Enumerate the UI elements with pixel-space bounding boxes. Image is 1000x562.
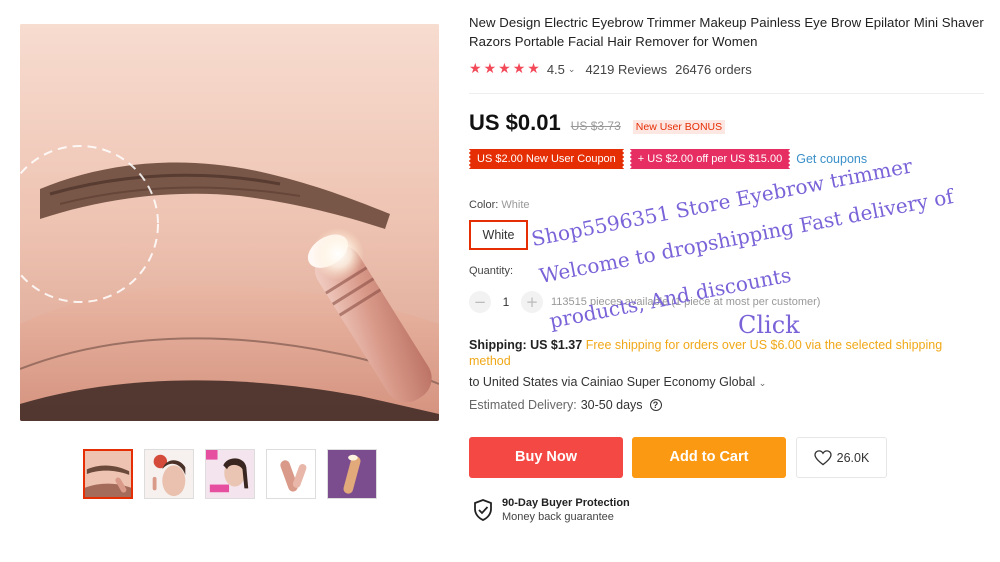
protection-subtitle: Money back guarantee — [502, 511, 614, 523]
original-price: US $3.73 — [570, 119, 621, 133]
thumbnail-4[interactable] — [266, 449, 316, 499]
estimated-delivery: Estimated Delivery: 30-50 days ? — [469, 398, 662, 412]
shipping-cost: Shipping: US $1.37 — [469, 338, 583, 352]
current-price: US $0.01 — [469, 110, 561, 135]
wishlist-button[interactable]: 26.0K — [796, 437, 887, 478]
device-thumbnail-image — [267, 450, 315, 498]
model-thumbnail-image — [206, 450, 254, 498]
overlay-text-welcome: Welcome to dropshipping Fast delivery of — [537, 184, 956, 288]
eyebrow-closeup-illustration — [20, 24, 439, 421]
store-coupon[interactable]: + US $2.00 off per US $15.00 — [627, 149, 793, 169]
shipping-info: Shipping: US $1.37 Free shipping for ord… — [469, 337, 949, 369]
reviews-count[interactable]: 4219 Reviews — [585, 62, 667, 77]
quantity-input[interactable]: 1 — [491, 295, 521, 309]
star-icon: ★ — [512, 61, 526, 77]
color-label-text: Color: — [469, 199, 499, 211]
star-rating[interactable]: ★ ★ ★ ★ ★ — [469, 61, 540, 77]
new-user-coupon[interactable]: US $2.00 New User Coupon — [467, 149, 626, 169]
color-option-white[interactable]: White — [469, 220, 528, 250]
buyer-protection: 90-Day Buyer Protection Money back guara… — [473, 496, 630, 525]
heart-icon — [814, 449, 832, 465]
shipping-destination[interactable]: to United States via Cainiao Super Econo… — [469, 375, 766, 389]
color-label: Color: White — [469, 199, 530, 211]
buy-now-button[interactable]: Buy Now — [469, 437, 623, 478]
quantity-label: Quantity: — [469, 265, 514, 277]
thumbnail-2[interactable] — [144, 449, 194, 499]
thumbnail-5[interactable] — [327, 449, 377, 499]
face-thumbnail-image — [145, 450, 193, 498]
stock-availability: 113515 pieces available (1 piece at most… — [551, 296, 821, 308]
quantity-stepper: − 1 + 113515 pieces available (1 piece a… — [469, 291, 820, 313]
wishlist-count: 26.0K — [836, 450, 870, 465]
chevron-down-icon[interactable]: ⌄ — [759, 378, 767, 388]
thumbnail-1[interactable] — [83, 449, 133, 499]
thumbnail-strip — [83, 449, 377, 499]
star-icon: ★ — [483, 61, 497, 77]
coupon-row: US $2.00 New User Coupon + US $2.00 off … — [467, 149, 867, 169]
chevron-down-icon[interactable]: ⌄ — [568, 64, 576, 75]
star-icon: ★ — [527, 61, 540, 77]
delivery-days: 30-50 days — [580, 398, 643, 412]
star-icon: ★ — [498, 61, 511, 77]
add-to-cart-button[interactable]: Add to Cart — [632, 437, 786, 478]
protection-title: 90-Day Buyer Protection — [502, 497, 630, 509]
orders-count: 26476 orders — [675, 61, 752, 77]
main-product-image[interactable] — [20, 24, 439, 421]
shield-check-icon — [474, 499, 492, 521]
eyebrow-thumbnail-image — [85, 451, 131, 497]
rating-row: ★ ★ ★ ★ ★ 4.5 ⌄ 4219 Reviews 26476 order… — [469, 61, 752, 77]
divider — [469, 93, 984, 94]
delivery-label: Estimated Delivery: — [469, 398, 577, 412]
help-icon[interactable]: ? — [649, 399, 662, 411]
price-row: US $0.01 US $3.73 New User BONUS — [469, 110, 726, 136]
quantity-increase-button[interactable]: + — [521, 291, 543, 313]
color-selected-value: White — [501, 199, 530, 211]
thumbnail-3[interactable] — [205, 449, 255, 499]
get-coupons-link[interactable]: Get coupons — [796, 152, 867, 166]
overlay-text-click: Click — [738, 311, 800, 339]
product-title: New Design Electric Eyebrow Trimmer Make… — [469, 15, 984, 49]
new-user-bonus-badge: New User BONUS — [632, 120, 726, 134]
quantity-decrease-button[interactable]: − — [469, 291, 491, 313]
shipping-destination-text[interactable]: to United States via Cainiao Super Econo… — [469, 375, 755, 389]
rating-value[interactable]: 4.5 — [547, 62, 565, 77]
device-purple-thumbnail-image — [328, 450, 376, 498]
star-icon: ★ — [469, 61, 482, 77]
